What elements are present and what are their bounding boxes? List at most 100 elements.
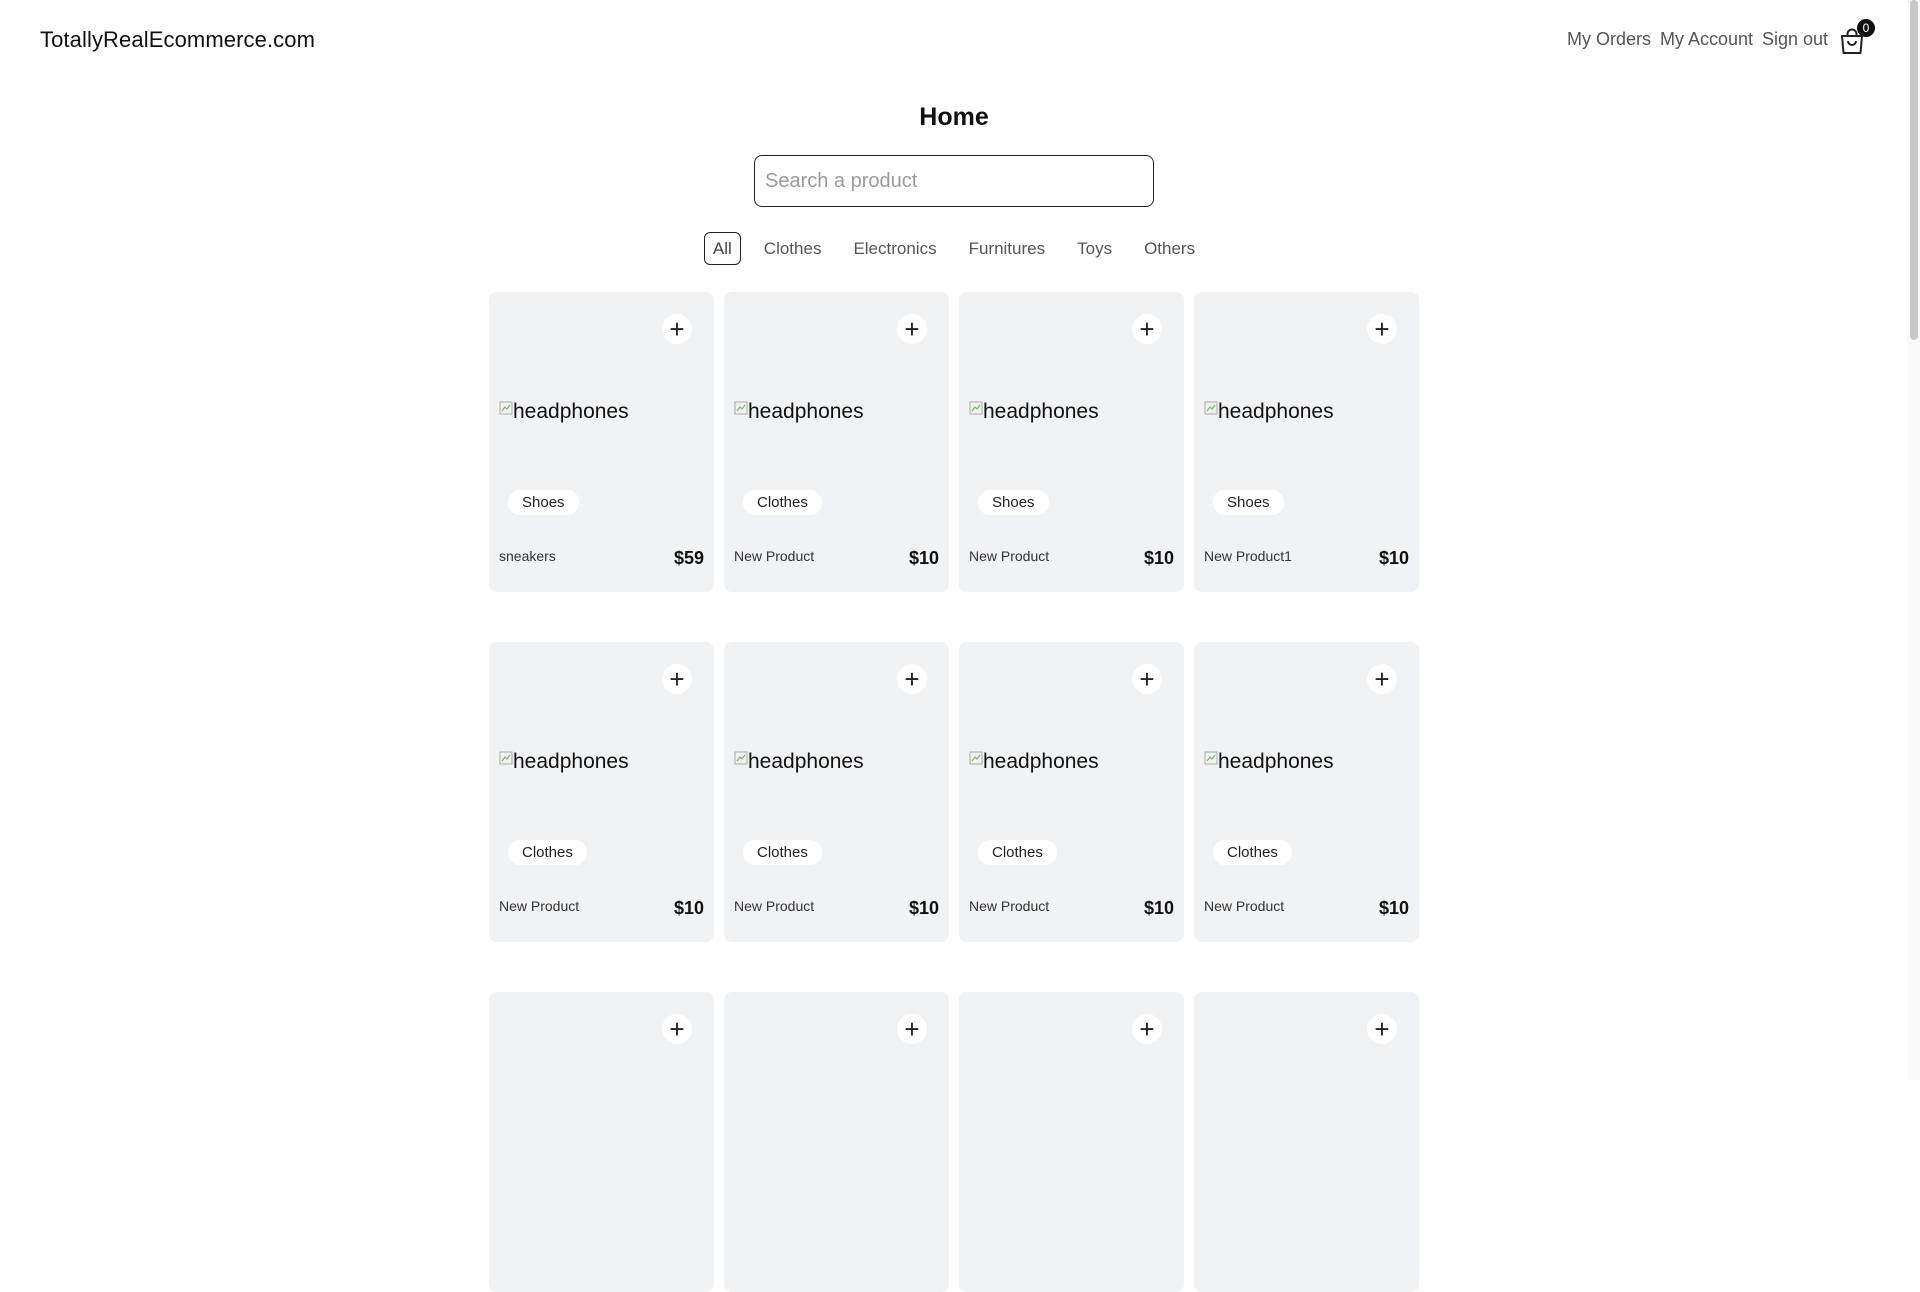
nav-sign-out[interactable]: Sign out [1762,29,1828,50]
plus-icon: + [1374,1014,1390,1044]
product-card[interactable]: + headphones Clothes New Product $10 [959,642,1184,942]
product-image-alt: headphones [513,750,629,773]
product-grid: + headphones Shoes sneakers $59 + headphones Cl… [489,292,1420,1292]
product-card[interactable]: + headphones Clothes New Product $10 [1194,642,1419,942]
add-to-cart-button[interactable]: + [897,1014,927,1044]
category-tag: Shoes [1213,490,1284,515]
broken-image-icon [1204,751,1218,765]
add-to-cart-button[interactable]: + [897,664,927,694]
broken-image-icon [734,751,748,765]
product-image-alt: headphones [513,400,629,423]
plus-icon: + [669,314,685,344]
plus-icon: + [904,1014,920,1044]
broken-image-icon [1204,401,1218,415]
product-price: $10 [1143,548,1174,568]
product-price: $10 [908,548,939,568]
product-name: New Product [1204,898,1285,914]
nav-my-account[interactable]: My Account [1660,29,1753,50]
add-to-cart-button[interactable]: + [1367,664,1397,694]
site-logo[interactable]: TotallyRealEcommerce.com [40,27,315,53]
search-input[interactable] [754,155,1154,207]
product-price: $10 [1143,898,1174,918]
category-tag: Clothes [508,840,587,865]
plus-icon: + [1139,314,1155,344]
scrollbar[interactable] [1908,0,1920,1080]
product-price: $10 [1378,548,1409,568]
add-to-cart-button[interactable]: + [662,314,692,344]
product-name: New Product1 [1204,548,1292,564]
product-name: New Product [734,548,815,564]
product-name: New Product [969,548,1050,564]
product-card[interactable]: + headphones Shoes sneakers $59 [489,292,714,592]
category-filter: All Clothes Electronics Furnitures Toys Other… [0,232,1908,265]
product-price: $59 [673,548,704,568]
category-tag: Clothes [743,840,822,865]
plus-icon: + [669,664,685,694]
product-card[interactable]: + [1194,992,1419,1292]
product-card[interactable]: + [959,992,1184,1292]
product-image: headphones [1204,750,1334,774]
scrollbar-thumb[interactable] [1910,0,1918,340]
product-name: sneakers [499,548,556,564]
product-card[interactable]: + headphones Clothes New Product $10 [724,292,949,592]
product-card[interactable]: + headphones Clothes New Product $10 [489,642,714,942]
product-image-alt: headphones [983,400,1099,423]
cart-button[interactable]: 0 [1838,19,1875,57]
broken-image-icon [969,401,983,415]
add-to-cart-button[interactable]: + [897,314,927,344]
plus-icon: + [1374,314,1390,344]
product-card[interactable]: + headphones Shoes New Product1 $10 [1194,292,1419,592]
product-image-alt: headphones [1218,750,1334,773]
product-image: headphones [969,750,1099,774]
category-toys[interactable]: Toys [1068,232,1121,265]
product-image-alt: headphones [748,750,864,773]
product-image-alt: headphones [983,750,1099,773]
category-tag: Shoes [508,490,579,515]
add-to-cart-button[interactable]: + [1132,1014,1162,1044]
plus-icon: + [669,1014,685,1044]
product-card[interactable]: + headphones Clothes New Product $10 [724,642,949,942]
add-to-cart-button[interactable]: + [662,664,692,694]
category-clothes[interactable]: Clothes [755,232,831,265]
plus-icon: + [1374,664,1390,694]
broken-image-icon [499,751,513,765]
category-all[interactable]: All [703,232,741,265]
product-card[interactable]: + [724,992,949,1292]
category-tag: Clothes [1213,840,1292,865]
category-others[interactable]: Others [1135,232,1204,265]
product-price: $10 [1378,898,1409,918]
add-to-cart-button[interactable]: + [1367,1014,1397,1044]
add-to-cart-button[interactable]: + [1367,314,1397,344]
plus-icon: + [1139,664,1155,694]
category-tag: Clothes [743,490,822,515]
plus-icon: + [904,664,920,694]
broken-image-icon [499,401,513,415]
product-image: headphones [1204,400,1334,424]
plus-icon: + [1139,1014,1155,1044]
product-card[interactable]: + [489,992,714,1292]
product-image: headphones [969,400,1099,424]
site-header: TotallyRealEcommerce.com My Orders My Ac… [0,0,1920,84]
category-furnitures[interactable]: Furnitures [960,232,1055,265]
add-to-cart-button[interactable]: + [1132,664,1162,694]
product-price: $10 [673,898,704,918]
product-image: headphones [734,400,864,424]
category-tag: Shoes [978,490,1049,515]
product-card[interactable]: + headphones Shoes New Product $10 [959,292,1184,592]
add-to-cart-button[interactable]: + [1132,314,1162,344]
product-price: $10 [908,898,939,918]
product-name: New Product [499,898,580,914]
product-name: New Product [734,898,815,914]
add-to-cart-button[interactable]: + [662,1014,692,1044]
product-name: New Product [969,898,1050,914]
product-image-alt: headphones [1218,400,1334,423]
plus-icon: + [904,314,920,344]
cart-count-badge: 0 [1857,19,1875,37]
page-title: Home [919,103,989,131]
product-image: headphones [734,750,864,774]
nav-my-orders[interactable]: My Orders [1567,29,1651,50]
broken-image-icon [969,751,983,765]
product-image-alt: headphones [748,400,864,423]
category-electronics[interactable]: Electronics [844,232,945,265]
product-image: headphones [499,400,629,424]
